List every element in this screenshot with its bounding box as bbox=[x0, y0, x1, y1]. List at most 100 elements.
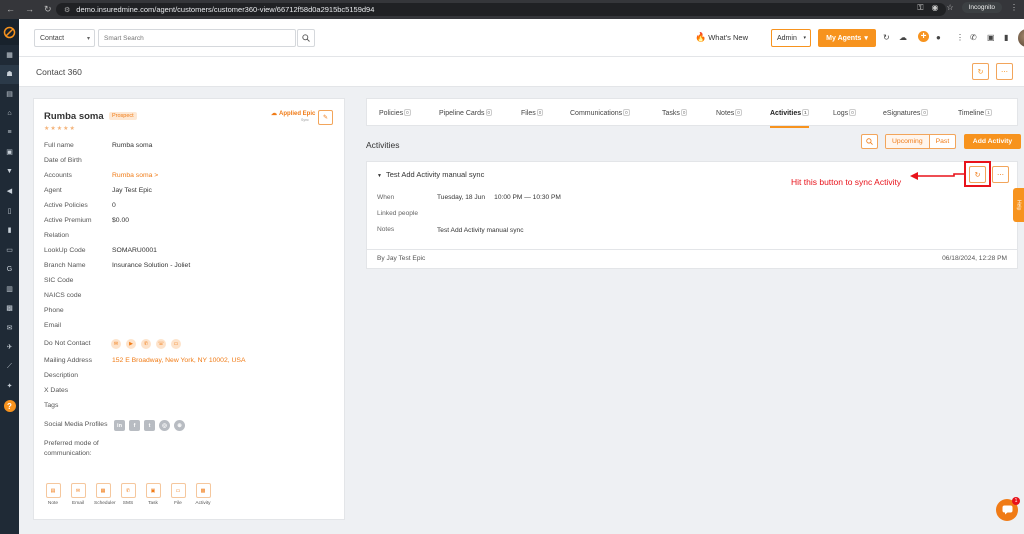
back-icon[interactable]: ← bbox=[6, 4, 15, 15]
reload-icon[interactable]: ↻ bbox=[44, 4, 52, 15]
phone-icon[interactable]: ✆ bbox=[970, 33, 977, 42]
incognito-badge[interactable]: Incognito bbox=[961, 2, 1002, 13]
field-agent: Agent Jay Test Epic bbox=[44, 187, 152, 194]
quick-action-activity[interactable]: ▩ Activity bbox=[194, 483, 212, 506]
address-bar[interactable]: ⚙ demo.insuredmine.com/agent/customers/c… bbox=[56, 3, 946, 16]
instagram-icon[interactable]: ◎ bbox=[159, 420, 170, 431]
chip-icon[interactable]: ▣ bbox=[987, 33, 995, 42]
tab-tasks[interactable]: Tasks 0 bbox=[662, 109, 688, 117]
field-sic-code: SIC Code bbox=[44, 277, 74, 284]
cloud-icon[interactable]: ☁ bbox=[899, 33, 907, 42]
tab-policies[interactable]: Policies 0 bbox=[379, 109, 411, 117]
activity-more-button[interactable]: ⋯ bbox=[992, 166, 1009, 183]
role-select[interactable]: Admin ▾ bbox=[771, 29, 811, 47]
email-toggle-icon[interactable]: ✉ bbox=[111, 339, 121, 349]
browser-chrome: ← → ↻ ⚙ demo.insuredmine.com/agent/custo… bbox=[0, 0, 1024, 19]
file-icon[interactable]: ▯ bbox=[0, 201, 19, 221]
sync-activity-button[interactable]: ↻ bbox=[969, 166, 986, 183]
quick-action-email[interactable]: ✉ Email bbox=[69, 483, 87, 506]
star-icon[interactable]: ☆ bbox=[946, 3, 953, 12]
quick-action-sms[interactable]: ✆ SMS bbox=[119, 483, 137, 506]
more-icon: ⋯ bbox=[1001, 68, 1008, 76]
quick-action-file[interactable]: ▭ File bbox=[169, 483, 187, 506]
google-icon[interactable]: G bbox=[0, 260, 19, 280]
megaphone-icon[interactable]: ◀ bbox=[0, 182, 19, 202]
quick-action-scheduler[interactable]: ▦ Scheduler bbox=[94, 483, 116, 506]
past-toggle[interactable]: Past bbox=[930, 135, 956, 148]
calendar-icon[interactable]: ▩ bbox=[0, 299, 19, 319]
facebook-icon[interactable]: f bbox=[129, 420, 140, 431]
add-new-button[interactable]: + bbox=[918, 31, 929, 42]
dialpad-icon[interactable]: ⋮ bbox=[956, 33, 964, 42]
help-side-tab[interactable]: Help bbox=[1013, 188, 1024, 222]
app-logo[interactable] bbox=[0, 19, 19, 45]
battery-icon[interactable]: ▮ bbox=[1004, 33, 1008, 42]
notes-icon[interactable]: ▥ bbox=[0, 279, 19, 299]
mailing-address-link[interactable]: 152 E Broadway, New York, NY 10002, USA bbox=[112, 357, 246, 364]
applied-epic-link[interactable]: ☁ Applied Epic Sync bbox=[271, 110, 315, 123]
globe-icon[interactable]: ⊕ bbox=[174, 420, 185, 431]
linkedin-icon[interactable]: in bbox=[114, 420, 125, 431]
help-icon[interactable]: ? bbox=[3, 400, 16, 412]
tab-notes[interactable]: Notes 0 bbox=[716, 109, 742, 117]
activities-panel: Policies 0 Pipeline Cards 0 Files 0 Communi… bbox=[356, 98, 1024, 520]
field-active-policies: Active Policies 0 bbox=[44, 202, 116, 209]
mail-toggle-icon[interactable]: ▭ bbox=[171, 339, 181, 349]
quick-action-note[interactable]: ▤ Note bbox=[44, 483, 62, 506]
tab-activities[interactable]: Activities 1 bbox=[770, 109, 809, 128]
mail-icon[interactable]: ✉ bbox=[0, 318, 19, 338]
contacts-icon[interactable]: ☗ bbox=[0, 64, 19, 84]
activities-search-button[interactable] bbox=[861, 134, 878, 149]
dashboard-icon[interactable]: ▦ bbox=[0, 45, 19, 65]
rating-stars[interactable]: ★★★★★ bbox=[44, 125, 76, 132]
settings-icon[interactable]: ✦ bbox=[0, 377, 19, 397]
documents-icon[interactable]: ▤ bbox=[0, 84, 19, 104]
eye-off-icon[interactable]: ◉ bbox=[931, 3, 938, 12]
scheduler-icon: ▦ bbox=[95, 483, 111, 498]
analytics-icon[interactable]: ▮ bbox=[0, 221, 19, 241]
whats-new-link[interactable]: 🔥 What's New bbox=[695, 32, 748, 43]
activity-title[interactable]: ▼ Test Add Activity manual sync bbox=[377, 170, 484, 179]
forward-icon[interactable]: → bbox=[25, 4, 34, 15]
note-icon: ▤ bbox=[45, 483, 61, 498]
sms-toggle-icon[interactable]: ☏ bbox=[156, 339, 166, 349]
smart-search-input[interactable] bbox=[98, 29, 296, 47]
logo-icon bbox=[3, 26, 16, 38]
chat-launcher-button[interactable]: 1 bbox=[996, 497, 1020, 521]
page-title: Contact 360 bbox=[36, 67, 82, 77]
menu-icon[interactable]: ⋮ bbox=[1010, 3, 1018, 12]
tab-files[interactable]: Files 0 bbox=[521, 109, 544, 117]
tab-timeline[interactable]: Timeline 1 bbox=[958, 109, 992, 117]
plane-icon[interactable]: ✈ bbox=[0, 338, 19, 358]
site-info-icon[interactable]: ⚙ bbox=[64, 6, 70, 14]
key-icon[interactable]: ⚿ bbox=[917, 3, 923, 13]
list-icon[interactable]: ≡ bbox=[0, 123, 19, 143]
refresh-icon[interactable]: ↻ bbox=[883, 33, 890, 42]
do-not-contact-options: ✉ ▶ ✆ ☏ ▭ bbox=[111, 339, 181, 349]
tab-logs[interactable]: Logs 0 bbox=[833, 109, 856, 117]
my-agents-button[interactable]: My Agents ▾ bbox=[818, 29, 876, 47]
phone-toggle-icon[interactable]: ✆ bbox=[141, 339, 151, 349]
accounts-link[interactable]: Rumba soma > bbox=[112, 172, 158, 179]
bank-icon[interactable]: ⌂ bbox=[0, 104, 19, 124]
upcoming-toggle[interactable]: Upcoming bbox=[886, 135, 930, 148]
tab-esignatures[interactable]: eSignatures 0 bbox=[883, 109, 928, 117]
filter-icon[interactable]: ▼ bbox=[0, 162, 19, 182]
edit-contact-button[interactable]: ✎ bbox=[318, 110, 333, 125]
page-more-button[interactable]: ⋯ bbox=[996, 63, 1013, 80]
add-activity-button[interactable]: Add Activity bbox=[964, 134, 1021, 149]
field-preferred-mode: Preferred mode of communication: bbox=[44, 440, 99, 457]
contact-type-select[interactable]: Contact ▾ bbox=[34, 29, 95, 47]
tab-pipeline-cards[interactable]: Pipeline Cards 0 bbox=[439, 109, 493, 117]
report-icon[interactable]: ▣ bbox=[0, 143, 19, 163]
video-toggle-icon[interactable]: ▶ bbox=[126, 339, 136, 349]
chart-icon[interactable]: ⟋ bbox=[0, 357, 19, 377]
folder-icon[interactable]: ▭ bbox=[0, 240, 19, 260]
bell-icon[interactable]: ● bbox=[936, 33, 941, 42]
page-refresh-button[interactable]: ↻ bbox=[972, 63, 989, 80]
tab-communications[interactable]: Communications 0 bbox=[570, 109, 630, 117]
quick-action-task[interactable]: ▣ Task bbox=[144, 483, 162, 506]
twitter-icon[interactable]: t bbox=[144, 420, 155, 431]
user-avatar[interactable] bbox=[1018, 29, 1024, 47]
search-button[interactable] bbox=[297, 29, 315, 47]
